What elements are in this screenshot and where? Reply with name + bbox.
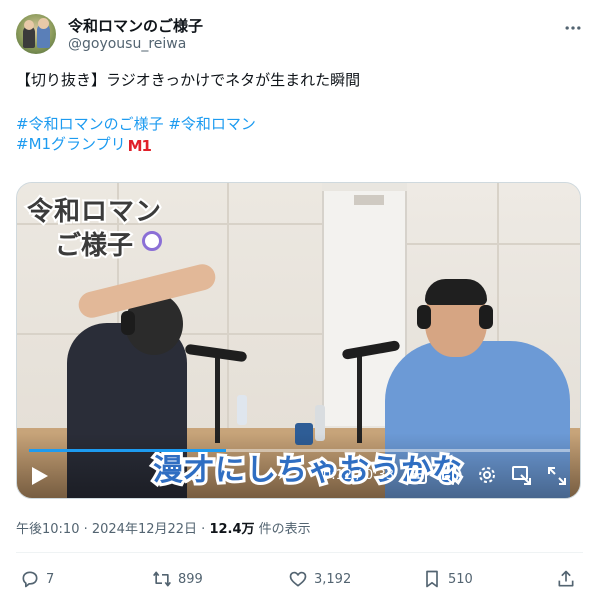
repost-button[interactable]: 899 xyxy=(152,568,203,590)
volume-icon[interactable] xyxy=(441,466,463,486)
mic-stand xyxy=(357,353,362,443)
gear-icon[interactable] xyxy=(477,465,497,485)
reply-count: 7 xyxy=(46,571,55,587)
video-time: 0:12 / 0:33 xyxy=(323,468,395,483)
hashtag-row: #M1グランプリ M1 xyxy=(16,134,583,155)
like-button[interactable]: 3,192 xyxy=(288,568,351,590)
hashtag-link[interactable]: #M1グランプリ xyxy=(16,135,126,153)
hashtag-link[interactable]: #令和ロマンのご様子 xyxy=(16,115,164,133)
avatar-head-left xyxy=(24,20,34,30)
logo-mark-icon xyxy=(142,231,162,251)
m1-hashflag-icon: M1 xyxy=(127,137,152,155)
divider xyxy=(16,552,583,553)
wall-panel-line xyxy=(407,243,580,245)
share-button[interactable] xyxy=(556,568,582,590)
views-label: 件の表示 xyxy=(254,522,311,537)
like-icon xyxy=(289,571,307,587)
tweet-meta: 午後10:10 · 2024年12月22日 · 12.4万 件の表示 xyxy=(16,518,311,537)
avatar[interactable] xyxy=(16,14,56,54)
account-handle[interactable]: @goyousu_reiwa xyxy=(68,36,186,52)
fullscreen-icon[interactable] xyxy=(547,466,567,486)
bookmark-button[interactable]: 510 xyxy=(422,568,473,590)
tweet-text: 【切り抜き】ラジオきっかけでネタが生まれた瞬間 #令和ロマンのご様子 #令和ロマ… xyxy=(16,70,583,155)
video-progress-fill xyxy=(29,449,226,452)
wall-panel-line xyxy=(227,183,229,428)
person-right-hair xyxy=(425,279,487,305)
bookmark-icon xyxy=(426,570,438,588)
popout-icon[interactable] xyxy=(511,465,533,487)
avatar-head-right xyxy=(38,18,49,29)
repost-icon xyxy=(153,571,171,587)
account-name[interactable]: 令和ロマンのご様子 xyxy=(68,15,203,36)
cc-icon[interactable] xyxy=(407,467,427,485)
bookmark-count: 510 xyxy=(448,571,473,587)
repost-count: 899 xyxy=(178,571,203,587)
tweet-text-line: 【切り抜き】ラジオきっかけでネタが生まれた瞬間 xyxy=(16,71,361,89)
reply-icon xyxy=(22,571,38,588)
headphone xyxy=(479,305,493,329)
show-logo-text: 令和ロマン xyxy=(25,195,163,229)
show-logo: 令和ロマン ご様子 xyxy=(25,191,177,267)
mic-stand xyxy=(215,353,220,443)
headphone xyxy=(121,311,135,335)
reply-button[interactable]: 7 xyxy=(20,568,54,590)
hashtag-row: #令和ロマンのご様子 #令和ロマン xyxy=(16,114,583,134)
like-count: 3,192 xyxy=(314,571,352,587)
bottle xyxy=(237,395,247,425)
views-count: 12.4万 xyxy=(209,522,255,537)
show-logo-text: ご様子 xyxy=(53,229,135,263)
tweet-text-spacer xyxy=(16,90,583,114)
action-bar: 7 899 3,192 510 xyxy=(0,566,599,594)
hashtag-link[interactable]: #令和ロマン xyxy=(168,115,256,133)
more-icon[interactable] xyxy=(563,18,583,38)
door-vent xyxy=(354,195,384,205)
headphone xyxy=(417,305,431,329)
tweet-header: 令和ロマンのご様子 @goyousu_reiwa xyxy=(16,12,583,56)
video-player[interactable]: 令和ロマン ご様子 漫才にしちゃおうかな 0:12 / 0:33 xyxy=(16,182,581,499)
play-icon[interactable] xyxy=(31,466,49,486)
video-progress-bar[interactable] xyxy=(29,449,570,452)
tweet-timestamp[interactable]: 午後10:10 · 2024年12月22日 · xyxy=(16,522,209,537)
share-icon xyxy=(558,570,574,587)
